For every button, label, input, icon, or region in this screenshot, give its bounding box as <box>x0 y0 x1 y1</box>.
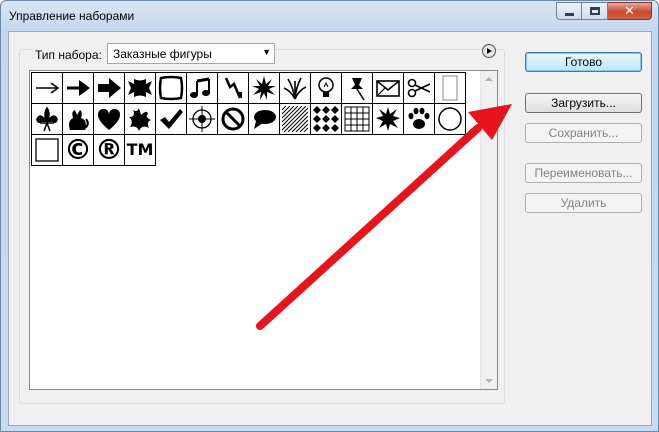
shape-cell[interactable] <box>372 72 404 104</box>
shape-cell[interactable] <box>310 72 342 104</box>
minimize-icon <box>564 12 574 16</box>
shape-cell[interactable]: TM <box>124 134 156 166</box>
shape-cell[interactable] <box>248 103 280 135</box>
envelope-icon <box>376 80 400 97</box>
shape-cell[interactable] <box>403 72 435 104</box>
hatch-pattern-icon <box>282 106 308 132</box>
music-notes-icon <box>190 77 210 98</box>
no-sign-icon <box>221 107 245 131</box>
close-icon: ✕ <box>624 3 635 19</box>
frame-icon <box>158 75 184 101</box>
shape-cell[interactable] <box>186 103 218 135</box>
shape-cell[interactable] <box>341 72 373 104</box>
shape-cell[interactable] <box>186 72 218 104</box>
shape-cell[interactable] <box>155 72 187 104</box>
shape-cell[interactable] <box>62 72 94 104</box>
close-button[interactable]: ✕ <box>608 2 652 20</box>
blank-page-icon <box>442 75 458 101</box>
shape-cell[interactable] <box>155 103 187 135</box>
shape-cell[interactable] <box>31 134 63 166</box>
delete-button: Удалить <box>525 193 642 213</box>
heart-icon <box>98 109 120 130</box>
shape-cell[interactable] <box>310 103 342 135</box>
bold-arrow-icon <box>98 78 121 98</box>
starburst-icon <box>252 76 276 100</box>
splat-icon <box>129 108 151 131</box>
chevron-down-icon: ▼ <box>262 47 271 57</box>
diamond-grid-icon <box>313 106 339 132</box>
check-mark-icon <box>160 109 183 129</box>
scissors-icon <box>407 78 431 98</box>
shape-cell[interactable] <box>341 103 373 135</box>
maximize-icon <box>589 7 600 15</box>
trademark-icon: TM <box>126 140 154 159</box>
shape-cell[interactable]: ® <box>93 134 125 166</box>
cat-icon <box>69 110 89 130</box>
shape-cell[interactable] <box>434 72 466 104</box>
done-button[interactable]: Готово <box>525 52 642 72</box>
paw-print-icon <box>408 107 430 129</box>
registered-icon: ® <box>95 133 123 166</box>
set-type-dropdown[interactable]: Заказные фигуры ▼ <box>107 43 275 64</box>
arrow-icon <box>67 80 90 96</box>
shape-cell[interactable] <box>62 103 94 135</box>
shape-cell[interactable] <box>372 103 404 135</box>
shape-cell[interactable] <box>93 103 125 135</box>
minimize-button[interactable] <box>556 2 582 20</box>
shape-cell[interactable] <box>279 72 311 104</box>
shape-cell[interactable] <box>31 103 63 135</box>
light-bulb-icon <box>318 77 334 97</box>
set-type-value: Заказные фигуры <box>113 47 212 61</box>
lightning-icon <box>224 77 242 99</box>
load-button[interactable]: Загрузить... <box>525 93 642 113</box>
shape-cell[interactable] <box>217 103 249 135</box>
pushpin-icon <box>351 78 365 101</box>
shape-cell[interactable] <box>124 72 156 104</box>
scroll-up-icon[interactable] <box>485 77 493 81</box>
caption-buttons: ✕ <box>556 2 652 20</box>
set-type-label: Тип набора: <box>32 48 105 62</box>
vertical-scrollbar[interactable] <box>480 71 497 389</box>
panel-menu-button[interactable] <box>482 44 496 58</box>
thin-arrow-icon <box>36 82 60 94</box>
scroll-down-icon[interactable] <box>485 379 493 383</box>
grass-icon <box>283 77 307 100</box>
play-triangle-icon <box>487 48 492 54</box>
burst-icon <box>376 107 400 131</box>
square-icon <box>35 138 59 162</box>
copyright-icon: © <box>64 133 92 166</box>
maximize-button[interactable] <box>582 2 608 20</box>
speech-bubble-icon <box>254 110 276 129</box>
title-bar[interactable]: Управление наборами ✕ <box>1 1 658 31</box>
shape-cell[interactable] <box>31 72 63 104</box>
shape-cell[interactable] <box>403 103 435 135</box>
banner-icon <box>128 79 152 97</box>
shape-cell[interactable] <box>217 72 249 104</box>
dialog-body: Тип набора: Заказные фигуры ▼ © ® TM Готов… <box>8 31 652 426</box>
fleur-de-lis-icon <box>36 106 58 132</box>
dialog-window: Управление наборами ✕ Тип набора: Заказн… <box>0 0 659 432</box>
shape-cell[interactable] <box>93 72 125 104</box>
shape-cell[interactable] <box>279 103 311 135</box>
shape-cell[interactable] <box>248 72 280 104</box>
shape-cell[interactable] <box>124 103 156 135</box>
square-grid-icon <box>344 106 370 132</box>
shapes-list[interactable]: © ® TM <box>29 70 498 390</box>
circle-icon <box>438 107 462 131</box>
window-title: Управление наборами <box>9 9 135 23</box>
shape-cell[interactable]: © <box>62 134 94 166</box>
rename-button: Переименовать... <box>525 163 642 183</box>
shape-cell[interactable] <box>434 103 466 135</box>
save-button: Сохранить... <box>525 123 642 143</box>
target-icon <box>189 106 215 132</box>
shapes-grid: © ® TM <box>31 72 476 166</box>
